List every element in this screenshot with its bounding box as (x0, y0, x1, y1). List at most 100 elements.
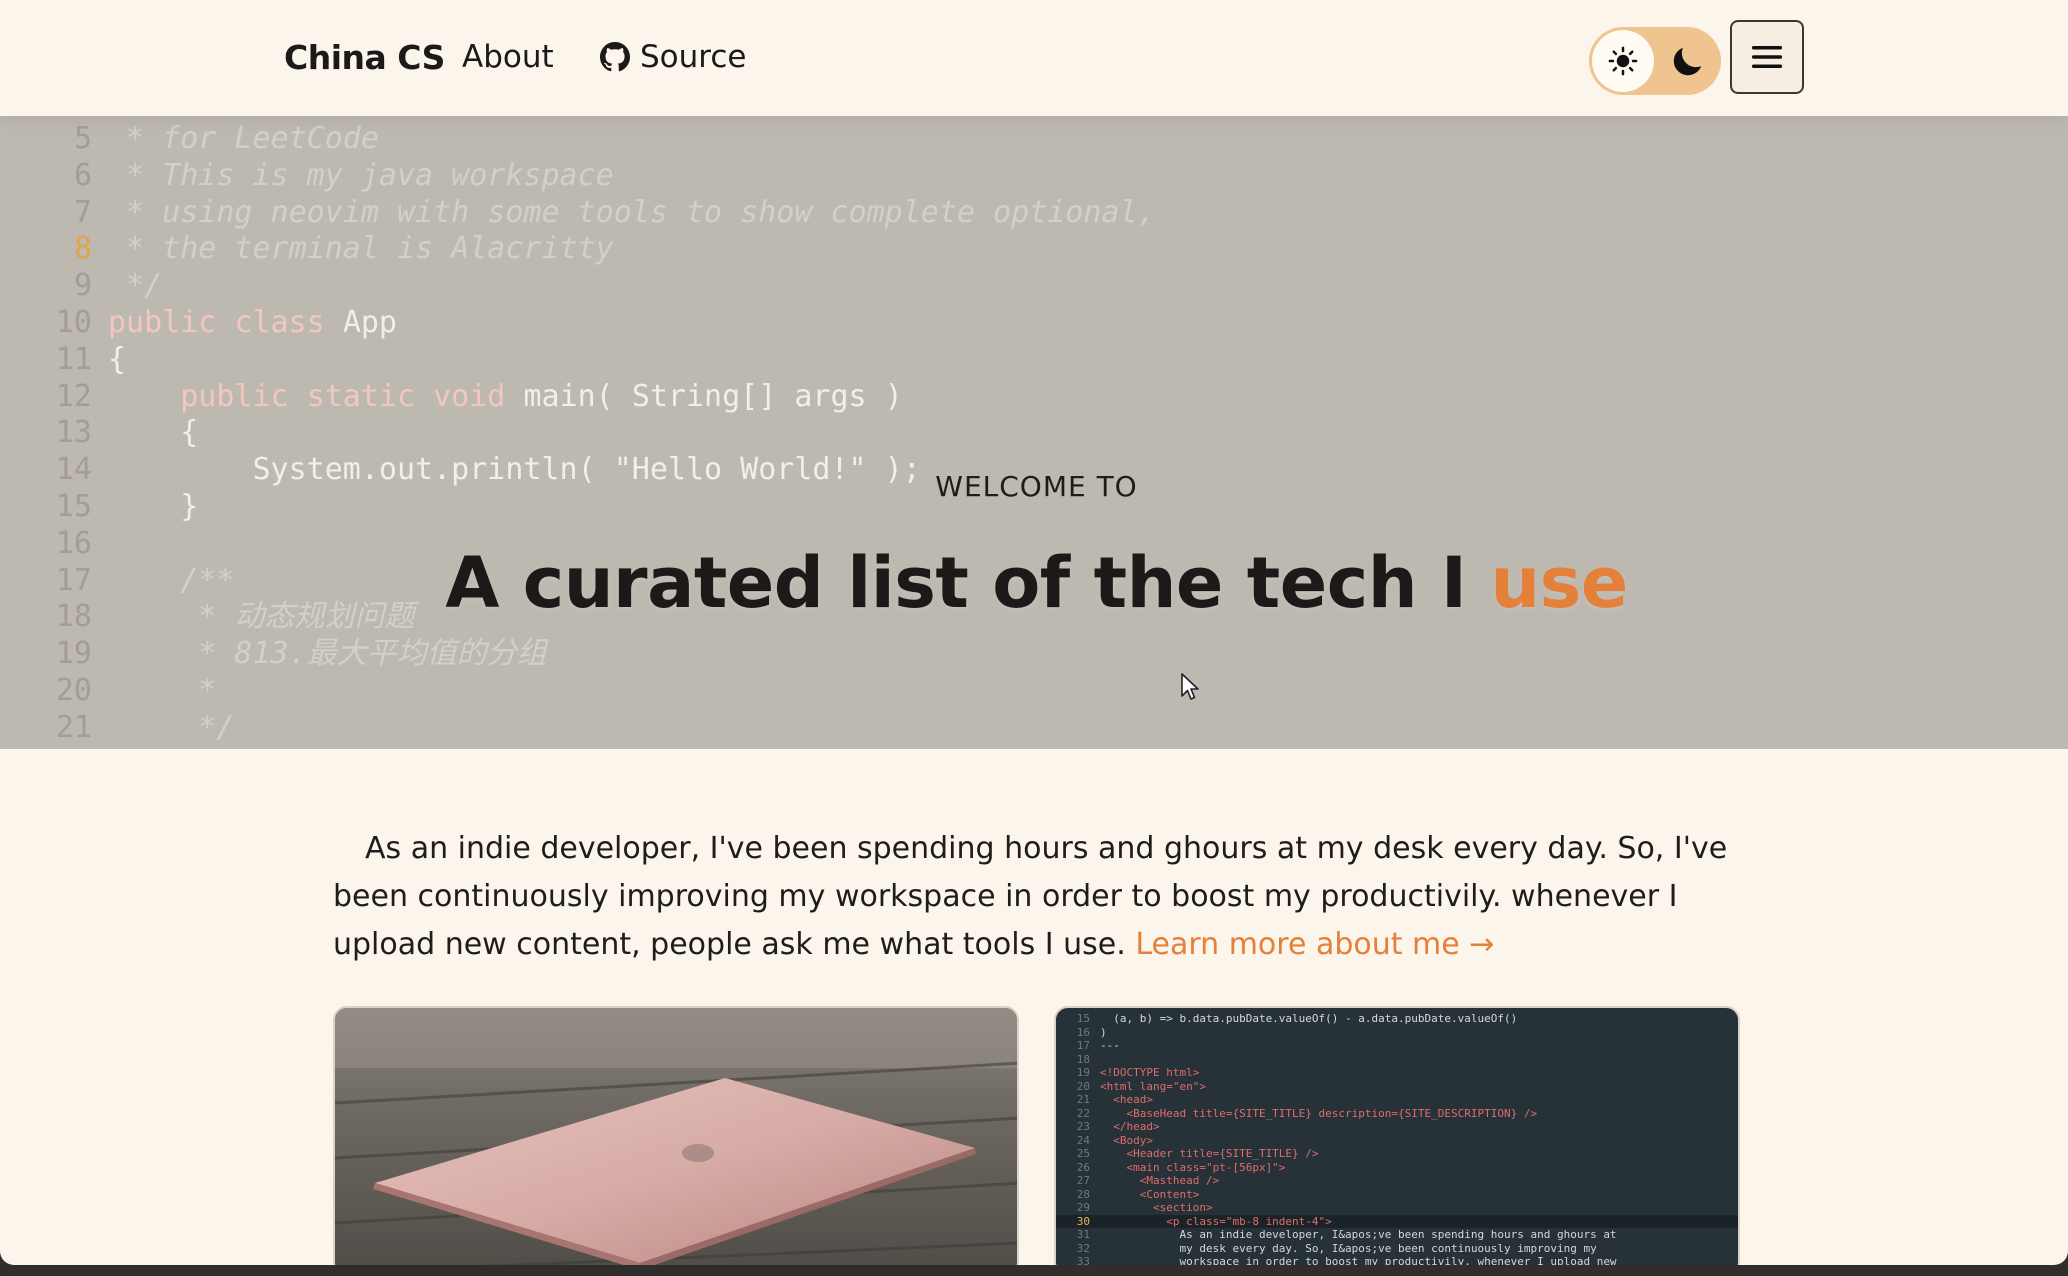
code-text: * 813.最大平均值的分组 (108, 636, 547, 672)
editor-code-line: 31 As an indie developer, I&apos;ve been… (1056, 1228, 1738, 1242)
menu-button[interactable] (1730, 20, 1804, 94)
editor-line-number: 26 (1076, 1160, 1090, 1174)
editor-line-text: </head> (1100, 1120, 1160, 1133)
editor-code-line: 33 workspace in order to boost my produc… (1056, 1255, 1738, 1265)
editor-line-number: 23 (1076, 1120, 1090, 1133)
editor-code-line: 21 <head> (1056, 1093, 1738, 1107)
editor-line-number: 21 (1076, 1093, 1090, 1106)
editor-line-text: As an indie developer, I&apos;ve been sp… (1100, 1228, 1617, 1241)
editor-line-number: 24 (1076, 1133, 1090, 1147)
editor-line-text: my desk every day. So, I&apos;ve been co… (1100, 1241, 1597, 1255)
code-text: */ (108, 709, 235, 745)
editor-line-text: <Body> (1100, 1133, 1153, 1147)
editor-code-line: 23 </head> (1056, 1120, 1738, 1134)
editor-line-text: <BaseHead title={SITE_TITLE} description… (1100, 1106, 1538, 1120)
editor-code-line: 20 <html lang="en"> (1056, 1080, 1738, 1094)
code-text: */ (108, 268, 163, 304)
editor-line-number: 25 (1076, 1147, 1090, 1160)
editor-line-number: 22 (1076, 1106, 1090, 1120)
code-text: { (108, 341, 127, 377)
page: China CS About Source 5 * for LeetCode 6… (0, 0, 2068, 1265)
code-text: * using neovim with some tools to show c… (108, 194, 1156, 230)
editor-line-text: (a, b) => b.data.pubDate.valueOf() - a.d… (1100, 1012, 1518, 1025)
editor-line-number: 19 (1076, 1066, 1090, 1079)
line-number: 19 (55, 636, 92, 672)
line-number: 8 (73, 231, 92, 267)
editor-code-line: 29 <section> (1056, 1201, 1738, 1215)
code-text: * (108, 673, 217, 708)
editor-line-text: <!DOCTYPE html> (1100, 1066, 1200, 1079)
editor-code-line: 27 <Masthead /> (1056, 1174, 1738, 1188)
editor-code-line: 18 (1056, 1053, 1738, 1067)
line-number: 9 (73, 268, 92, 304)
editor-line-text: <Content> (1100, 1187, 1200, 1201)
editor-code-line: 25 <Header title={SITE_TITLE} /> (1056, 1147, 1738, 1161)
nav-link-source[interactable]: Source (600, 39, 746, 75)
line-number: 11 (55, 341, 92, 377)
brand-logo-text[interactable]: China CS (284, 38, 445, 77)
code-text: public class App (108, 305, 397, 340)
line-number: 20 (55, 673, 92, 708)
editor-line-text: <main class="pt-[56px]"> (1100, 1160, 1286, 1174)
editor-line-text: <p class="mb-8 indent-4"> (1100, 1214, 1332, 1228)
hero-title: A curated list of the tech I use (0, 542, 2068, 624)
editor-line-number: 20 (1076, 1079, 1090, 1093)
editor-code-line: 15 (a, b) => b.data.pubDate.valueOf() - … (1056, 1012, 1738, 1026)
line-number: 13 (55, 415, 92, 451)
editor-line-text: <Header title={SITE_TITLE} /> (1100, 1147, 1319, 1160)
laptop-card[interactable] (333, 1006, 1019, 1265)
code-editor-card[interactable]: 15 (a, b) => b.data.pubDate.valueOf() - … (1054, 1006, 1740, 1265)
nav-link-source-label: Source (640, 39, 747, 75)
hero-title-main: A curated list of the tech I (445, 542, 1491, 624)
laptop-photo (335, 1008, 1017, 1265)
line-number: 12 (55, 378, 92, 414)
intro-text: As an indie developer, I've been spendin… (333, 831, 1728, 962)
editor-line-number: 18 (1076, 1052, 1090, 1066)
nav-link-about[interactable]: About (462, 39, 554, 75)
editor-line-number: 32 (1076, 1241, 1090, 1255)
mouse-cursor-icon (1181, 673, 1199, 700)
line-number: 10 (55, 305, 92, 340)
editor-line-number: 31 (1076, 1228, 1090, 1241)
site-header: China CS About Source (0, 0, 2068, 116)
theme-toggle-knob[interactable] (1592, 30, 1654, 92)
editor-code-line: 22 <BaseHead title={SITE_TITLE} descript… (1056, 1107, 1738, 1121)
code-text: public static void main( String[] args ) (180, 378, 903, 414)
editor-line-number: 33 (1076, 1255, 1090, 1265)
editor-screenshot: 15 (a, b) => b.data.pubDate.valueOf() - … (1056, 1012, 1738, 1265)
editor-line-text: <html lang="en"> (1100, 1079, 1206, 1093)
line-number: 7 (73, 194, 92, 230)
editor-line-text: workspace in order to boost my productiv… (1100, 1255, 1617, 1265)
code-text: * for LeetCode (108, 121, 379, 156)
editor-code-line: 32 my desk every day. So, I&apos;ve been… (1056, 1242, 1738, 1256)
line-number: 6 (73, 157, 92, 193)
hero-title-accent: use (1490, 542, 1628, 624)
editor-line-text: <head> (1100, 1093, 1153, 1106)
theme-toggle[interactable] (1589, 27, 1721, 95)
editor-line-number: 15 (1076, 1012, 1090, 1025)
code-text: * This is my java workspace (108, 157, 614, 193)
editor-code-line: 28 <Content> (1056, 1188, 1738, 1202)
intro-paragraph: As an indie developer, I've been spendin… (333, 825, 1733, 969)
editor-line-number: 16 (1076, 1025, 1090, 1039)
editor-line-number: 28 (1076, 1187, 1090, 1201)
editor-line-number: 27 (1076, 1174, 1090, 1187)
editor-code-line: 16) (1056, 1026, 1738, 1040)
editor-line-text: <section> (1100, 1201, 1213, 1214)
editor-code-line: 19 <!DOCTYPE html> (1056, 1066, 1738, 1080)
code-text: * the terminal is Alacritty (108, 231, 614, 267)
learn-more-link[interactable]: Learn more about me → (1135, 927, 1494, 962)
editor-line-number: 30 (1076, 1214, 1090, 1228)
editor-code-line: 24 <Body> (1056, 1134, 1738, 1148)
moon-icon[interactable] (1667, 42, 1707, 82)
editor-line-text: --- (1100, 1039, 1120, 1052)
editor-line-text: ) (1100, 1025, 1107, 1039)
editor-line-text: <Masthead /> (1100, 1174, 1220, 1187)
hero-banner: 5 * for LeetCode 6 * This is my java work… (0, 116, 2068, 749)
editor-code-line: 26 <main class="pt-[56px]"> (1056, 1161, 1738, 1175)
github-icon (600, 42, 630, 72)
line-number: 5 (73, 121, 92, 156)
line-number: 21 (55, 709, 92, 745)
editor-line-number: 29 (1076, 1201, 1090, 1214)
editor-code-line: 30 <p class="mb-8 indent-4"> (1056, 1214, 1738, 1228)
